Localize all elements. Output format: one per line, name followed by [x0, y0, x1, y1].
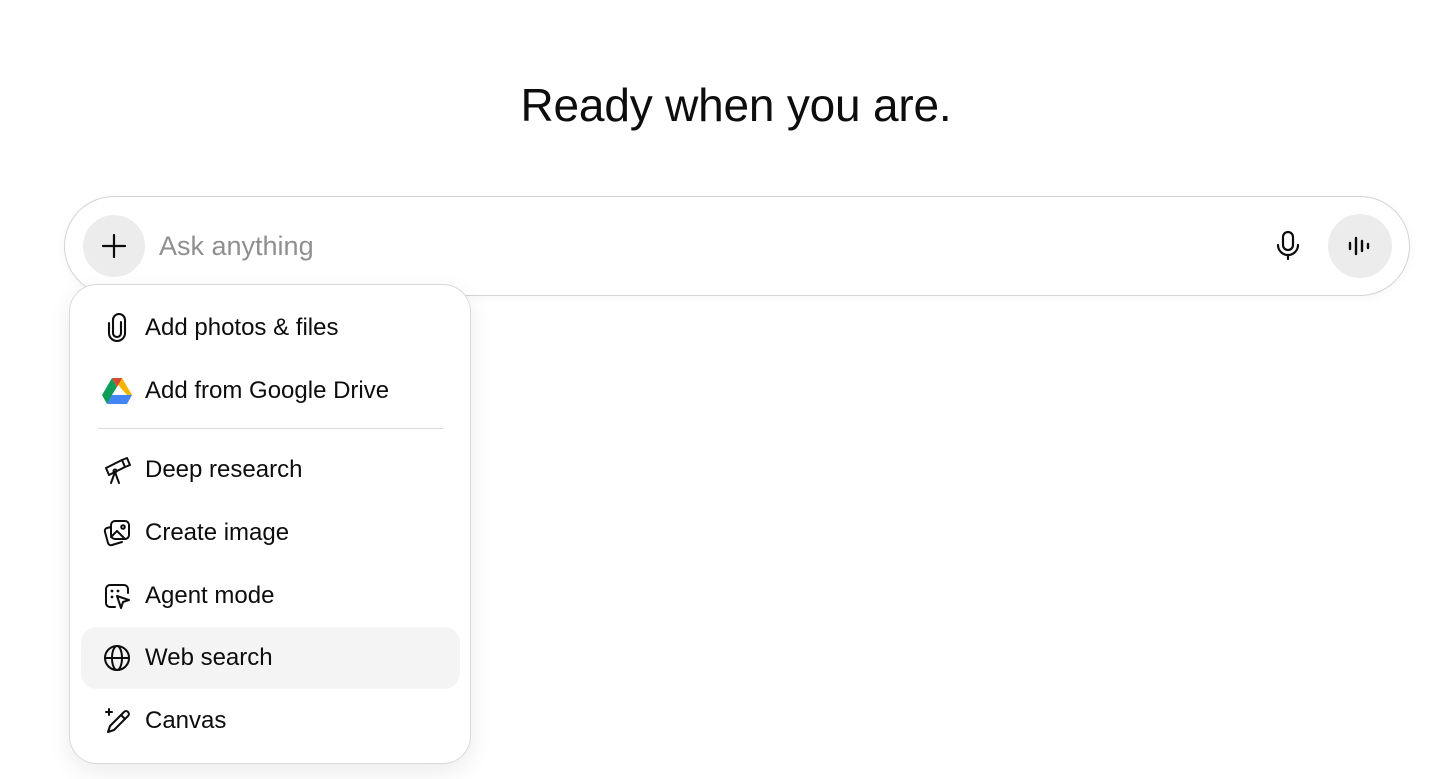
plus-icon: [101, 233, 127, 259]
globe-icon: [101, 642, 133, 674]
menu-item-add-photos-files[interactable]: Add photos & files: [81, 297, 460, 359]
menu-divider: [98, 428, 443, 429]
menu-item-label: Web search: [145, 644, 273, 671]
telescope-icon: [101, 454, 133, 486]
menu-item-deep-research[interactable]: Deep research: [81, 439, 460, 501]
google-drive-icon: [101, 375, 133, 407]
menu-item-label: Agent mode: [145, 582, 275, 609]
menu-item-add-from-google-drive[interactable]: Add from Google Drive: [81, 360, 460, 422]
menu-item-create-image[interactable]: Create image: [81, 502, 460, 564]
menu-item-label: Add photos & files: [145, 314, 339, 341]
agent-cursor-icon: [101, 580, 133, 612]
prompt-input[interactable]: [159, 221, 1239, 271]
prompt-composer: [64, 196, 1410, 296]
menu-item-label: Create image: [145, 519, 290, 546]
page: Ready when you are. Ask anything Add pho…: [0, 0, 1456, 779]
add-attachment-button[interactable]: [83, 215, 145, 277]
pencil-sparkle-icon: [101, 705, 133, 737]
voice-mode-button[interactable]: [1328, 214, 1392, 278]
menu-item-agent-mode[interactable]: Agent mode: [81, 565, 460, 627]
menu-item-label: Add from Google Drive: [145, 377, 390, 404]
page-title: Ready when you are.: [520, 79, 952, 131]
menu-item-web-search[interactable]: Web search: [81, 627, 460, 689]
menu-item-canvas[interactable]: Canvas: [81, 690, 460, 752]
dictate-button[interactable]: [1265, 223, 1311, 269]
menu-item-label: Canvas: [145, 707, 227, 734]
voice-waveform-icon: [1348, 236, 1370, 256]
attachment-menu: Add photos & files Add from Google Drive: [69, 284, 471, 764]
image-icon: [101, 517, 133, 549]
paperclip-icon: [101, 312, 133, 344]
menu-item-label: Deep research: [145, 456, 303, 483]
microphone-icon: [1276, 230, 1300, 261]
